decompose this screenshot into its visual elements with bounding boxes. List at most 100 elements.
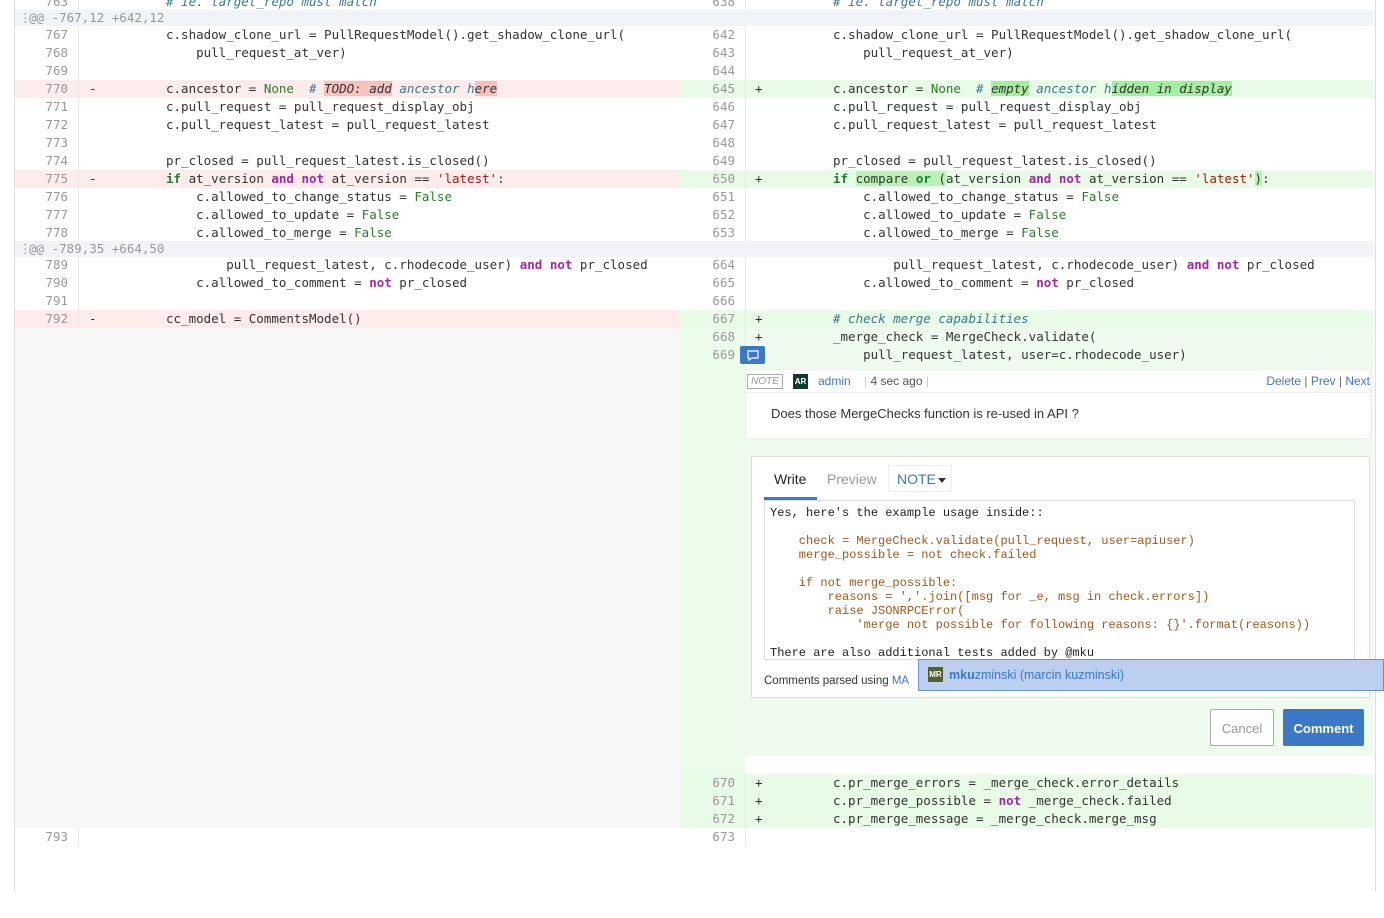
code-old: c.shadow_clone_url = PullRequestModel().… bbox=[166, 27, 626, 42]
line-number-new[interactable]: 670 bbox=[680, 774, 735, 792]
avatar: AR bbox=[793, 374, 808, 389]
code-new: c.pr_merge_errors = _merge_check.error_d… bbox=[833, 775, 1180, 790]
added-gutter bbox=[680, 328, 745, 828]
hunk-header[interactable]: ⋮ @@ -767,12 +642,12 bbox=[15, 10, 1374, 26]
diff-row: 770 645 - + c.ancestor = None # TODO: add an… bbox=[15, 80, 1374, 98]
line-number-new[interactable]: 642 bbox=[680, 26, 735, 44]
deletion-marker: - bbox=[89, 81, 97, 96]
code-new: c.allowed_to_merge = False bbox=[833, 225, 1059, 240]
line-number-old[interactable]: 775 bbox=[15, 170, 68, 188]
text-line: raise JSONRPCError( bbox=[770, 604, 965, 618]
line-number-new[interactable]: 646 bbox=[680, 98, 735, 116]
hunk-header-text: @@ -767,12 +642,12 bbox=[29, 10, 165, 25]
line-number-old[interactable]: 789 bbox=[15, 256, 68, 274]
line-number-new[interactable]: 669 bbox=[680, 346, 735, 364]
text-line: if not merge_possible: bbox=[770, 576, 958, 590]
code-new: c.allowed_to_change_status = False bbox=[833, 189, 1119, 204]
line-number-old[interactable]: 790 bbox=[15, 274, 68, 292]
line-number-new[interactable]: 644 bbox=[680, 62, 735, 80]
addition-marker: + bbox=[755, 793, 763, 808]
line-number-old[interactable]: 767 bbox=[15, 26, 68, 44]
line-number-new[interactable]: 673 bbox=[680, 828, 735, 846]
line-number-old[interactable]: 776 bbox=[15, 188, 68, 206]
line-number-old[interactable]: 768 bbox=[15, 44, 68, 62]
code-new: c.allowed_to_comment = not pr_closed bbox=[833, 275, 1135, 290]
line-number-new[interactable]: 671 bbox=[680, 792, 735, 810]
line-number-new[interactable]: 647 bbox=[680, 116, 735, 134]
line-number-old[interactable]: 769 bbox=[15, 62, 68, 80]
diff-row: 668 + _merge_check = MergeCheck.validate… bbox=[15, 328, 1374, 346]
line-number-new[interactable]: 672 bbox=[680, 810, 735, 828]
line-number-new[interactable]: 650 bbox=[680, 170, 735, 188]
text-line: merge_possible = not check.failed bbox=[770, 548, 1037, 562]
line-number-new[interactable]: 651 bbox=[680, 188, 735, 206]
prev-link[interactable]: Prev bbox=[1311, 374, 1336, 388]
code-old: c.allowed_to_update = False bbox=[166, 207, 400, 222]
line-number-new[interactable]: 667 bbox=[680, 310, 735, 328]
code-new: c.pull_request = pull_request_display_ob… bbox=[833, 99, 1142, 114]
line-number-old[interactable]: 792 bbox=[15, 310, 68, 328]
line-number-old[interactable]: 791 bbox=[15, 292, 68, 310]
code-old: c.pull_request = pull_request_display_ob… bbox=[166, 99, 475, 114]
line-number-old[interactable]: 774 bbox=[15, 152, 68, 170]
diff-row: 778 653 c.allowed_to_merge = False c.allo… bbox=[15, 224, 1374, 242]
diff-row: 767 642 c.shadow_clone_url = PullRequestMo… bbox=[15, 26, 1374, 44]
comment-type-dropdown[interactable]: NOTE bbox=[888, 465, 952, 492]
code-old: pr_closed = pull_request_latest.is_close… bbox=[166, 153, 490, 168]
line-number-old[interactable]: 793 bbox=[15, 828, 68, 846]
addition-marker: + bbox=[755, 329, 763, 344]
line-number-old[interactable]: 773 bbox=[15, 134, 68, 152]
diff-row: 669 pull_request_latest, user=c.rhodecod… bbox=[15, 346, 1374, 364]
code-new: pull_request_latest, c.rhodecode_user) a… bbox=[833, 257, 1315, 272]
mention-suggestion[interactable]: MR mkuzminski (marcin kuzminski) bbox=[918, 659, 1384, 691]
diff-row: 776 651 c.allowed_to_change_status = Fals… bbox=[15, 188, 1374, 206]
code-new: pr_closed = pull_request_latest.is_close… bbox=[833, 153, 1157, 168]
diff-row: 671 + c.pr_merge_possible = not _merge_che… bbox=[15, 792, 1374, 810]
next-link[interactable]: Next bbox=[1345, 374, 1370, 388]
add-comment-button[interactable] bbox=[740, 346, 765, 364]
text-line: reasons = ','.join([msg for _e, msg in c… bbox=[770, 590, 1210, 604]
line-number-new[interactable]: 643 bbox=[680, 44, 735, 62]
diff-row: 769 644 bbox=[15, 62, 1374, 80]
line-number-new[interactable]: 652 bbox=[680, 206, 735, 224]
comment-actions: Delete | Prev | Next bbox=[1266, 374, 1370, 388]
comment-submit-button[interactable]: Comment bbox=[1283, 709, 1364, 746]
diff-row: 790 c.allowed_to_comment = not pr_closed… bbox=[15, 274, 1374, 292]
diff-row: 789 pull_request_latest, c.rhodecode_use… bbox=[15, 256, 1374, 274]
tab-preview[interactable]: Preview bbox=[827, 471, 877, 487]
delete-link[interactable]: Delete bbox=[1266, 374, 1301, 388]
addition-marker: + bbox=[755, 775, 763, 790]
comment-type-value: NOTE bbox=[897, 471, 936, 487]
comment-textarea[interactable]: Yes, here's the example usage inside:: c… bbox=[764, 500, 1355, 660]
code-new: pull_request_at_ver) bbox=[833, 45, 1014, 60]
line-number-new[interactable]: 668 bbox=[680, 328, 735, 346]
text-line: There are also additional tests added by… bbox=[770, 646, 1095, 660]
addition-marker: + bbox=[755, 81, 763, 96]
line-number-old[interactable]: 777 bbox=[15, 206, 68, 224]
line-number-new[interactable]: 649 bbox=[680, 152, 735, 170]
line-number-new[interactable]: 648 bbox=[680, 134, 735, 152]
code-old: c.allowed_to_comment = not pr_closed bbox=[166, 275, 468, 290]
line-number-new[interactable]: 653 bbox=[680, 224, 735, 242]
chevron-down-icon bbox=[938, 478, 946, 483]
line-number-new[interactable]: 665 bbox=[680, 274, 735, 292]
code-new: pull_request_latest, user=c.rhodecode_us… bbox=[833, 347, 1187, 362]
diff-row: 792 - cc_model = CommentsModel() 667 + #… bbox=[15, 310, 1374, 328]
code-new: c.pull_request_latest = pull_request_lat… bbox=[833, 117, 1157, 132]
hunk-header[interactable]: ⋮ @@ -789,35 +664,50 bbox=[15, 241, 1374, 257]
tab-write[interactable]: Write bbox=[774, 471, 806, 487]
text-line: 'merge not possible for following reason… bbox=[770, 618, 1311, 632]
addition-marker: + bbox=[755, 171, 763, 186]
line-number-old[interactable]: 771 bbox=[15, 98, 68, 116]
comment-author[interactable]: admin bbox=[818, 374, 851, 388]
diff-row: 670 + c.pr_merge_errors = _merge_check.err… bbox=[15, 774, 1374, 792]
line-number-old[interactable]: 770 bbox=[15, 80, 68, 98]
line-number-new[interactable]: 664 bbox=[680, 256, 735, 274]
line-number-new[interactable]: 645 bbox=[680, 80, 735, 98]
line-number-old[interactable]: 772 bbox=[15, 116, 68, 134]
line-number-old[interactable]: 778 bbox=[15, 224, 68, 242]
cancel-button[interactable]: Cancel bbox=[1210, 709, 1274, 746]
line-number-new[interactable]: 666 bbox=[680, 292, 735, 310]
code-old: cc_model = CommentsModel() bbox=[166, 311, 362, 326]
markup-link[interactable]: MA bbox=[892, 675, 909, 687]
